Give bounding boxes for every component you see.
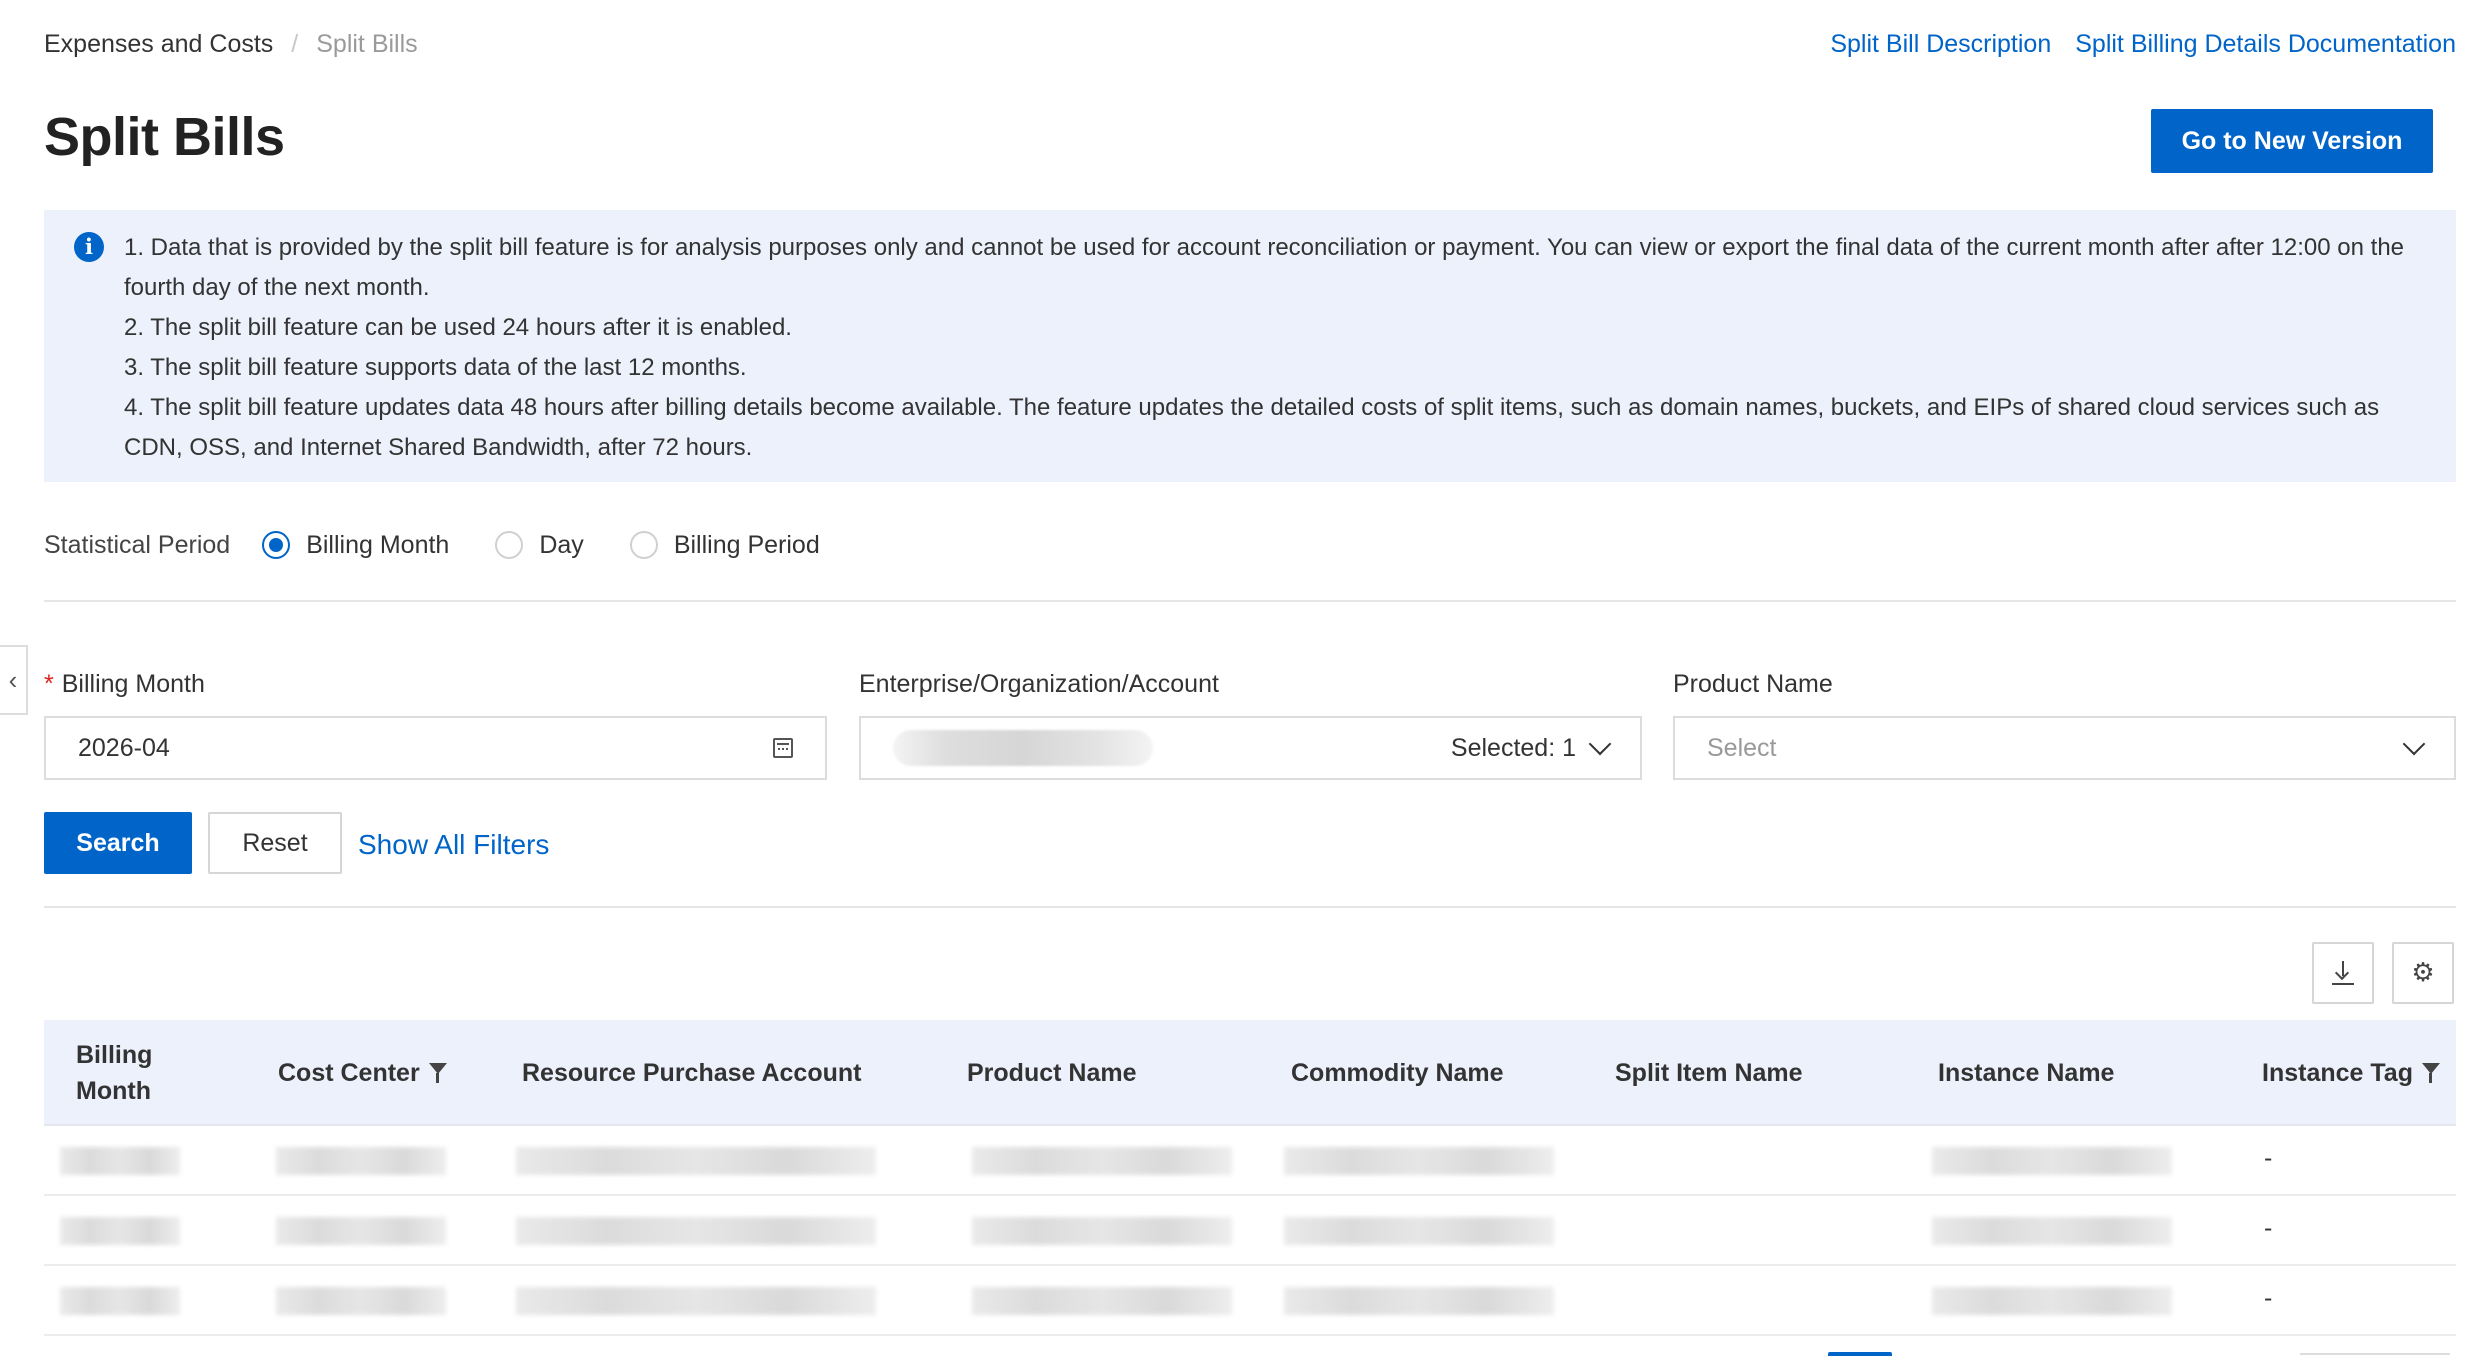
table-header: Billing Month Cost Center Resource Purch… [44,1020,2456,1126]
table-row[interactable]: - [44,1196,2456,1266]
gear-icon: ⚙ [2411,958,2435,988]
table-row[interactable]: - [44,1126,2456,1196]
chevron-left-icon: ‹ [8,664,18,695]
radio-checked-icon[interactable] [262,531,291,559]
blurred-cell [276,1147,446,1175]
divider [44,906,2456,908]
column-product-name: Product Name [967,1020,1136,1126]
radio-billing-period[interactable]: Billing Period [629,530,820,560]
split-billing-details-doc-link[interactable]: Split Billing Details Documentation [2075,30,2456,59]
show-all-filters-link[interactable]: Show All Filters [358,829,549,861]
table-row[interactable]: - [44,1266,2456,1336]
radio-unchecked-icon[interactable] [495,531,524,559]
blurred-cell [1284,1217,1554,1245]
blurred-cell [516,1147,876,1175]
required-mark: * [44,670,54,698]
billing-month-label-text: Billing Month [61,670,205,698]
radio-unchecked-icon[interactable] [629,531,658,559]
blurred-cell [1932,1217,2172,1245]
notice-item-2: 2. The split bill feature can be used 24… [124,314,792,341]
page-title: Split Bills [44,107,285,167]
breadcrumb-current: Split Bills [316,30,418,58]
radio-billing-month-label: Billing Month [306,530,450,559]
radio-billing-period-label: Billing Period [673,530,820,559]
column-split-item-name-label: Split Item Name [1615,1058,1803,1087]
search-button[interactable]: Search [44,812,192,874]
breadcrumb: Expenses and Costs / Split Bills [44,30,418,59]
go-to-new-version-button[interactable]: Go to New Version [2151,109,2433,173]
selected-account-chip [893,730,1153,766]
column-instance-tag-label: Instance Tag [2262,1058,2413,1087]
reset-button[interactable]: Reset [208,812,342,874]
sidebar-collapse-toggle[interactable]: ‹ [0,645,28,715]
statistical-period-group: Statistical Period Billing Month Day Bil… [44,528,866,562]
blurred-cell [972,1287,1232,1315]
column-instance-tag: Instance Tag [2262,1020,2441,1126]
account-field-label: Enterprise/Organization/Account [859,670,1219,698]
column-instance-name: Instance Name [1938,1020,2114,1126]
calendar-icon [773,738,793,758]
split-bills-table: Billing Month Cost Center Resource Purch… [44,1020,2456,1336]
notice-banner: i 1. Data that is provided by the split … [44,210,2456,482]
top-links: Split Bill Description Split Billing Det… [1830,30,2456,59]
blurred-cell [972,1217,1232,1245]
pagination-current-edge[interactable] [1828,1352,1892,1356]
column-resource-purchase-account-label: Resource Purchase Account [522,1058,862,1087]
instance-tag-value: - [2264,1284,2273,1312]
instance-tag-value: - [2264,1144,2273,1172]
instance-tag-value: - [2264,1214,2273,1242]
blurred-cell [60,1287,180,1315]
download-icon [2332,961,2354,985]
blurred-cell [1932,1147,2172,1175]
blurred-cell [516,1217,876,1245]
notice-item-4: 4. The split bill feature updates data 4… [124,394,2380,461]
column-cost-center: Cost Center [278,1020,448,1126]
column-commodity-name: Commodity Name [1291,1020,1504,1126]
column-commodity-name-label: Commodity Name [1291,1058,1504,1087]
breadcrumb-separator: / [291,30,299,58]
notice-item-1: 1. Data that is provided by the split bi… [124,234,2405,301]
column-resource-purchase-account: Resource Purchase Account [522,1020,861,1126]
billing-month-value: 2026-04 [78,733,170,762]
table-settings-button[interactable]: ⚙ [2392,942,2454,1004]
blurred-cell [516,1287,876,1315]
billing-month-picker[interactable]: 2026-04 [44,716,827,780]
blurred-cell [276,1217,446,1245]
blurred-cell [1932,1287,2172,1315]
notice-item-3: 3. The split bill feature supports data … [124,354,747,381]
column-instance-name-label: Instance Name [1938,1058,2115,1087]
blurred-cell [1284,1147,1554,1175]
divider [44,600,2456,602]
chevron-down-icon [2402,732,2426,756]
radio-day-label: Day [539,530,584,559]
filter-icon[interactable] [428,1061,448,1085]
blurred-cell [1284,1287,1554,1315]
product-name-placeholder: Select [1707,733,1777,762]
blurred-cell [276,1287,446,1315]
blurred-cell [972,1147,1232,1175]
info-icon: i [74,232,104,262]
billing-month-field-label: * Billing Month [44,670,205,699]
product-name-field-label: Product Name [1673,670,1833,698]
radio-day[interactable]: Day [495,530,584,560]
blurred-cell [60,1217,180,1245]
column-billing-month-label: Billing Month [76,1041,153,1105]
chevron-down-icon [1588,732,1612,756]
breadcrumb-expenses-and-costs[interactable]: Expenses and Costs [44,30,273,59]
radio-billing-month[interactable]: Billing Month [262,531,449,560]
split-bill-description-link[interactable]: Split Bill Description [1830,30,2051,59]
column-split-item-name: Split Item Name [1615,1020,1803,1126]
column-product-name-label: Product Name [967,1058,1137,1087]
product-name-select[interactable]: Select [1673,716,2456,780]
blurred-cell [60,1147,180,1175]
account-select[interactable]: Selected: 1 [859,716,1642,780]
column-billing-month: Billing Month [76,1020,152,1126]
selected-count-text: Selected: 1 [1450,733,1576,762]
export-button[interactable] [2312,942,2374,1004]
filter-icon[interactable] [2421,1061,2441,1085]
statistical-period-label: Statistical Period [44,530,231,559]
selected-count: Selected: 1 [1450,732,1612,763]
column-cost-center-label: Cost Center [278,1058,420,1087]
